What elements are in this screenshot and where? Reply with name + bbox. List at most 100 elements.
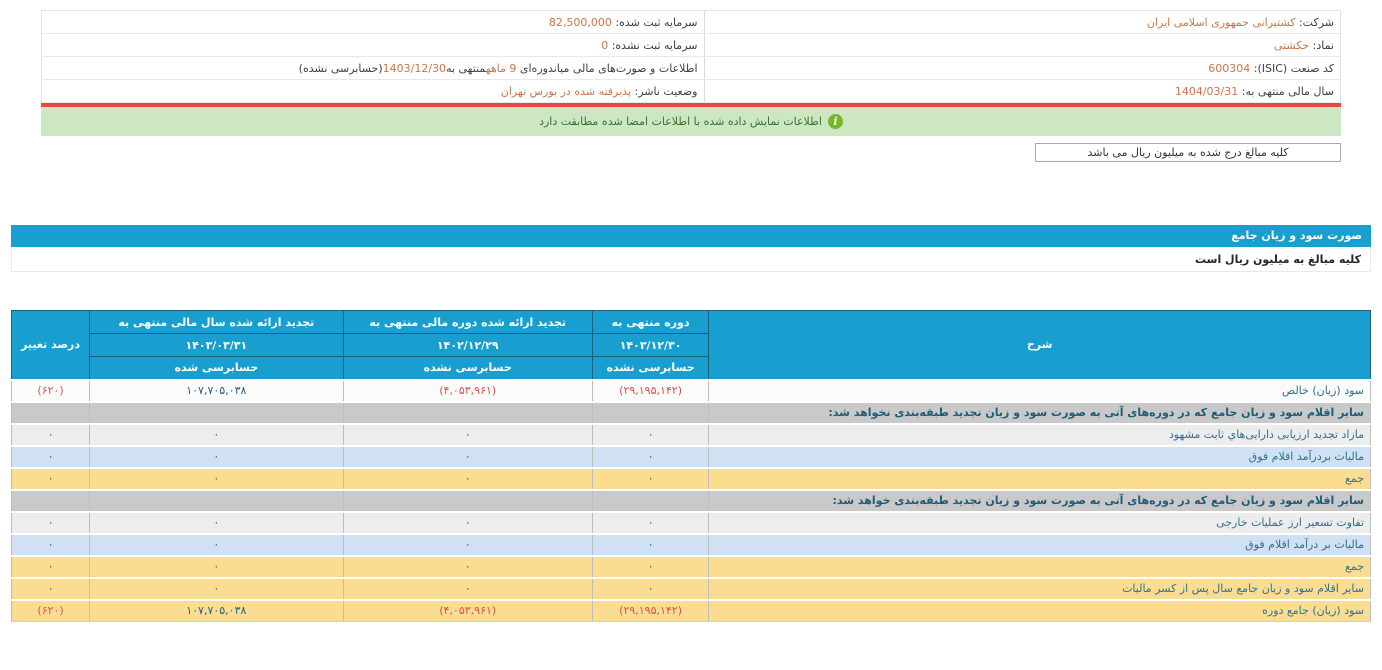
symbol-label: نماد:	[1313, 39, 1334, 52]
table-row: سود (زیان) خالص(۲۹,۱۹۵,۱۴۲)(۴,۰۵۳,۹۶۱)۱۰…	[12, 380, 1371, 402]
unregistered-capital-label: سرمایه ثبت نشده:	[612, 39, 698, 52]
period-date: ۱۴۰۳/۱۲/۳۰	[592, 334, 708, 357]
info-row: کد صنعت (ISIC): 600304 اطلاعات و صورت‌ها…	[42, 57, 1341, 80]
table-row: مازاد تجدید ارزیابی دارایی‌هاي ثابت مشهو…	[12, 424, 1371, 446]
issuer-status-value: پذیرفته شده در بورس تهران	[501, 85, 631, 98]
cell-value: ۰	[343, 424, 592, 446]
fiscal-year-value: 1404/03/31	[1175, 85, 1238, 98]
cell-value: ۰	[343, 446, 592, 468]
audit-status: حسابرسی شده	[90, 357, 343, 380]
cell-value: ۰	[592, 556, 708, 578]
symbol-cell: نماد: حکشتی	[704, 34, 1341, 57]
cell-value: ۰	[90, 424, 343, 446]
report-title-text: اطلاعات و صورت‌های مالی میاندوره‌ای	[516, 62, 697, 75]
cell-value: ۰	[592, 468, 708, 490]
company-value: کشتیرانی جمهوری اسلامی ایران	[1147, 16, 1296, 29]
cell-value: ۰	[343, 468, 592, 490]
cell-value: ۱۰۷,۷۰۵,۰۳۸	[90, 380, 343, 402]
report-title-highlight: 9 ماهه	[486, 62, 517, 75]
cell-change	[12, 490, 90, 512]
cell-desc: سود (زیان) جامع دوره	[709, 600, 1371, 622]
cell-change: ۰	[12, 534, 90, 556]
cell-value: (۲۹,۱۹۵,۱۴۲)	[592, 600, 708, 622]
cell-desc: سایر اقلام سود و زیان جامع سال پس از کسر…	[709, 578, 1371, 600]
section-row: سایر اقلام سود و زیان جامع که در دوره‌ها…	[12, 490, 1371, 512]
cell-value: ۰	[343, 534, 592, 556]
symbol-value: حکشتی	[1274, 39, 1309, 52]
unregistered-capital-cell: سرمایه ثبت نشده: 0	[42, 34, 705, 57]
cell-desc: تفاوت تسعیر ارز عملیات خارجی	[709, 512, 1371, 534]
statement-section: صورت سود و زیان جامع کلیه مبالغ به میلیو…	[11, 225, 1371, 622]
company-info-table: شرکت: کشتیرانی جمهوری اسلامی ایران سرمای…	[41, 10, 1341, 103]
cell-change: ۰	[12, 424, 90, 446]
cell-desc: سود (زیان) خالص	[709, 380, 1371, 402]
table-body: سود (زیان) خالص(۲۹,۱۹۵,۱۴۲)(۴,۰۵۳,۹۶۱)۱۰…	[12, 380, 1371, 622]
alert-message: اطلاعات نمایش داده شده با اطلاعات امضا ش…	[539, 115, 822, 128]
col-header-desc: شرح	[709, 311, 1371, 380]
table-header: شرح دوره منتهی به تجدید ارائه شده دوره م…	[12, 311, 1371, 380]
fiscal-year-cell: سال مالی منتهی به: 1404/03/31	[704, 80, 1341, 103]
registered-capital-label: سرمایه ثبت شده:	[615, 16, 697, 29]
cell-value: ۰	[90, 512, 343, 534]
isic-cell: کد صنعت (ISIC): 600304	[704, 57, 1341, 80]
cell-change: (۶۲۰)	[12, 380, 90, 402]
col-header-period: تجدید ارائه شده دوره مالی منتهی به	[343, 311, 592, 334]
cell-desc: مازاد تجدید ارزیابی دارایی‌هاي ثابت مشهو…	[709, 424, 1371, 446]
table-row: مالیات بردرآمد اقلام فوق۰۰۰۰	[12, 446, 1371, 468]
info-row: نماد: حکشتی سرمایه ثبت نشده: 0	[42, 34, 1341, 57]
issuer-status-cell: وضعیت ناشر: پذیرفته شده در بورس تهران	[42, 80, 705, 103]
cell-value	[343, 490, 592, 512]
table-row: مالیات بر درآمد اقلام فوق۰۰۰۰	[12, 534, 1371, 556]
cell-value	[90, 402, 343, 424]
signature-match-alert: i اطلاعات نمایش داده شده با اطلاعات امضا…	[41, 107, 1341, 136]
issuer-status-label: وضعیت ناشر:	[635, 85, 698, 98]
report-title-text: منتهی به	[446, 62, 486, 75]
info-icon: i	[828, 114, 843, 129]
cell-desc: سایر اقلام سود و زیان جامع که در دوره‌ها…	[709, 490, 1371, 512]
col-header-period: تجدید ارائه شده سال مالی منتهی به	[90, 311, 343, 334]
cell-value: ۰	[90, 534, 343, 556]
cell-value	[592, 402, 708, 424]
statement-table-area: شرح دوره منتهی به تجدید ارائه شده دوره م…	[11, 310, 1371, 622]
cell-desc: مالیات بر درآمد اقلام فوق	[709, 534, 1371, 556]
registered-capital-cell: سرمایه ثبت شده: 82,500,000	[42, 11, 705, 34]
cell-value: (۴,۰۵۳,۹۶۱)	[343, 380, 592, 402]
cell-desc: جمع	[709, 468, 1371, 490]
report-title-cell: اطلاعات و صورت‌های مالی میاندوره‌ای 9 ما…	[42, 57, 705, 80]
header-area: شرکت: کشتیرانی جمهوری اسلامی ایران سرمای…	[41, 10, 1341, 162]
cell-value: ۰	[592, 512, 708, 534]
report-title-highlight: 1403/12/30	[383, 62, 446, 75]
unit-note-box: کلیه مبالغ درج شده به میلیون ریال می باش…	[1035, 143, 1341, 162]
cell-value	[90, 490, 343, 512]
info-row: شرکت: کشتیرانی جمهوری اسلامی ایران سرمای…	[42, 11, 1341, 34]
cell-value: ۰	[90, 556, 343, 578]
cell-change: (۶۲۰)	[12, 600, 90, 622]
statement-title-bar: صورت سود و زیان جامع	[11, 225, 1371, 247]
cell-value: ۰	[592, 534, 708, 556]
period-date: ۱۴۰۳/۰۳/۳۱	[90, 334, 343, 357]
cell-change: ۰	[12, 556, 90, 578]
cell-value: ۰	[343, 512, 592, 534]
company-label: شرکت:	[1299, 16, 1334, 29]
cell-value	[592, 490, 708, 512]
period-date: ۱۴۰۲/۱۲/۲۹	[343, 334, 592, 357]
info-row: سال مالی منتهی به: 1404/03/31 وضعیت ناشر…	[42, 80, 1341, 103]
cell-change: ۰	[12, 578, 90, 600]
cell-value: ۰	[343, 556, 592, 578]
audit-status: حسابرسی نشده	[343, 357, 592, 380]
cell-change: ۰	[12, 468, 90, 490]
cell-desc: جمع	[709, 556, 1371, 578]
cell-change: ۰	[12, 512, 90, 534]
cell-value: ۰	[90, 468, 343, 490]
isic-value: 600304	[1208, 62, 1250, 75]
cell-value: (۴,۰۵۳,۹۶۱)	[343, 600, 592, 622]
isic-label: کد صنعت (ISIC):	[1254, 62, 1334, 75]
cell-value: ۱۰۷,۷۰۵,۰۳۸	[90, 600, 343, 622]
table-row: جمع۰۰۰۰	[12, 468, 1371, 490]
cell-change: ۰	[12, 446, 90, 468]
cell-desc: سایر اقلام سود و زیان جامع که در دوره‌ها…	[709, 402, 1371, 424]
cell-value	[343, 402, 592, 424]
table-row: سایر اقلام سود و زیان جامع سال پس از کسر…	[12, 578, 1371, 600]
company-cell: شرکت: کشتیرانی جمهوری اسلامی ایران	[704, 11, 1341, 34]
table-row: سود (زیان) جامع دوره(۲۹,۱۹۵,۱۴۲)(۴,۰۵۳,۹…	[12, 600, 1371, 622]
